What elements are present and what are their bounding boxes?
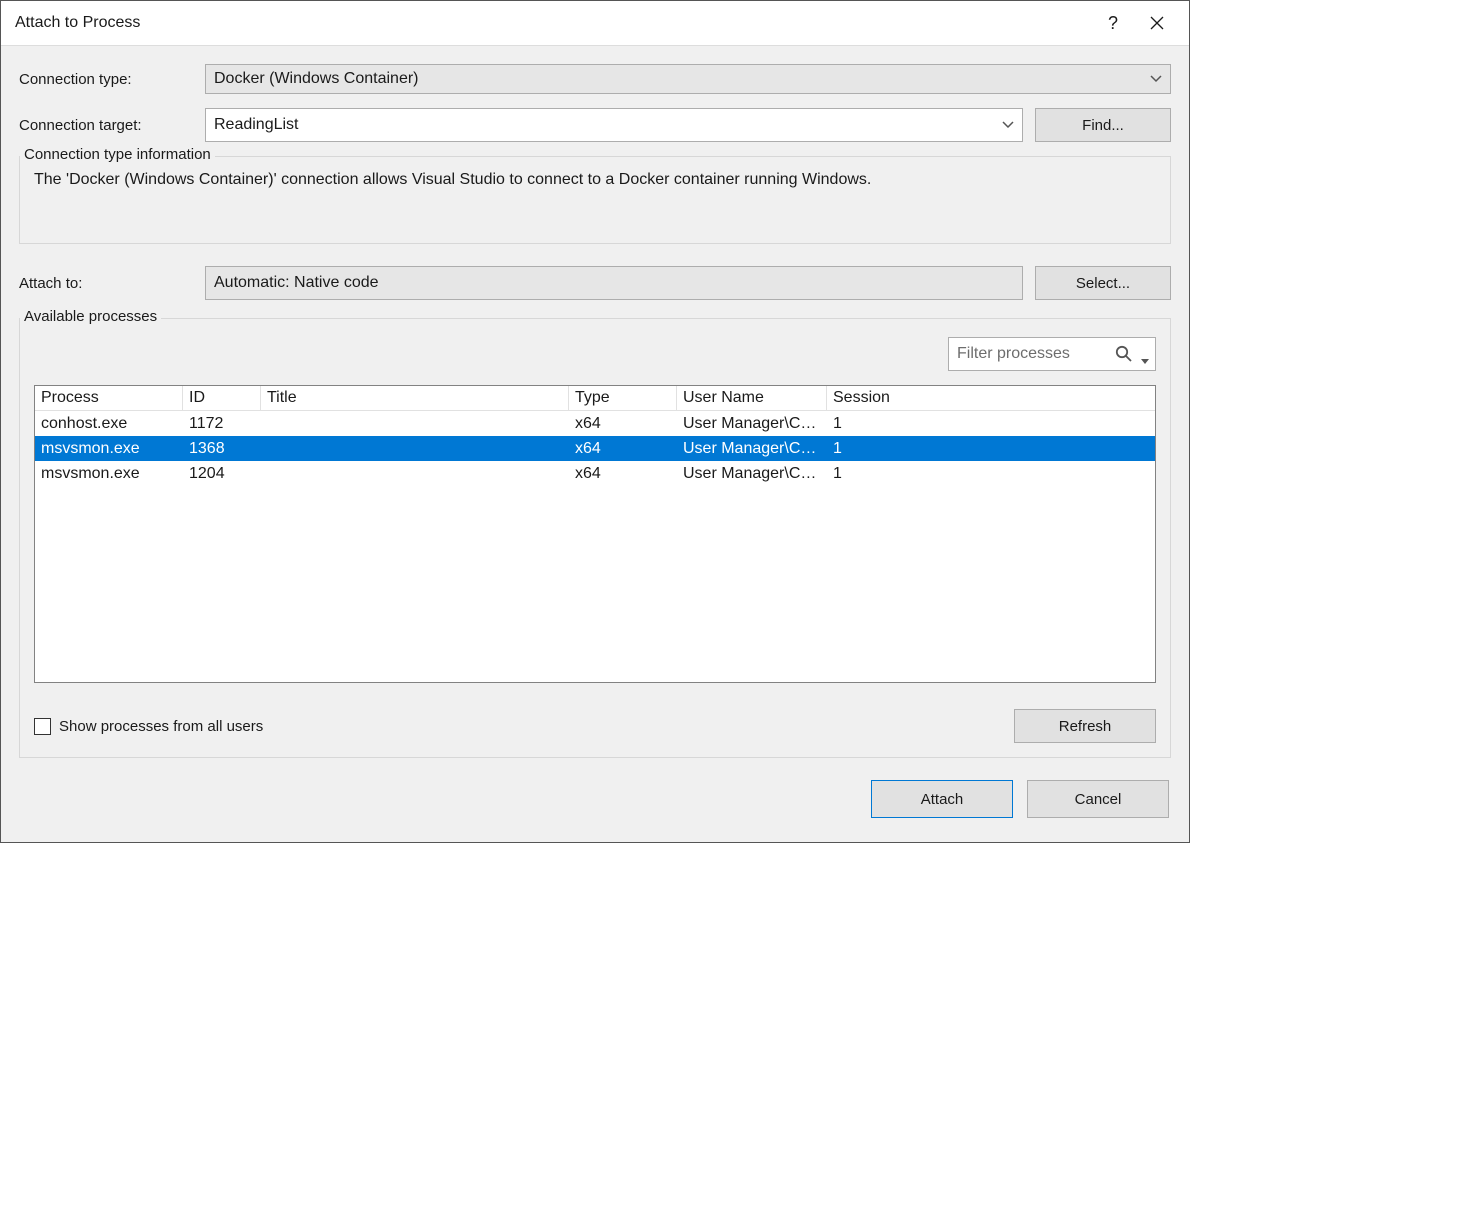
connection-type-info-legend: Connection type information xyxy=(20,146,215,163)
cell-process: conhost.exe xyxy=(35,415,183,433)
connection-type-label: Connection type: xyxy=(19,71,205,88)
cell-type: x64 xyxy=(569,415,677,433)
show-all-users-checkbox[interactable] xyxy=(34,718,51,735)
connection-target-label: Connection target: xyxy=(19,117,205,134)
cell-id: 1172 xyxy=(183,415,261,433)
attach-button[interactable]: Attach xyxy=(871,780,1013,818)
column-header-user[interactable]: User Name xyxy=(677,386,827,410)
column-header-type[interactable]: Type xyxy=(569,386,677,410)
chevron-down-icon xyxy=(1002,116,1014,134)
cell-id: 1368 xyxy=(183,440,261,458)
help-button[interactable]: ? xyxy=(1091,1,1135,45)
cell-id: 1204 xyxy=(183,465,261,483)
attach-to-value: Automatic: Native code xyxy=(205,266,1023,300)
cell-process: msvsmon.exe xyxy=(35,440,183,458)
search-icon xyxy=(1115,345,1133,368)
filter-processes-input[interactable]: Filter processes xyxy=(948,337,1156,371)
attach-to-process-dialog: Attach to Process ? Connection type: Doc… xyxy=(0,0,1190,843)
cell-session: 1 xyxy=(827,465,905,483)
caret-down-icon xyxy=(1141,352,1149,370)
cell-session: 1 xyxy=(827,415,905,433)
refresh-button[interactable]: Refresh xyxy=(1014,709,1156,743)
show-all-users-label: Show processes from all users xyxy=(59,718,263,735)
cell-process: msvsmon.exe xyxy=(35,465,183,483)
connection-type-value: Docker (Windows Container) xyxy=(214,70,419,88)
table-row[interactable]: msvsmon.exe1368 x64User Manager\Contai...… xyxy=(35,436,1155,461)
attach-to-label: Attach to: xyxy=(19,275,205,292)
cancel-button[interactable]: Cancel xyxy=(1027,780,1169,818)
process-table-header: Process ID Title Type User Name Session xyxy=(35,386,1155,411)
cell-user: User Manager\Contai... xyxy=(677,465,827,483)
column-header-title[interactable]: Title xyxy=(261,386,569,410)
available-processes-group: Available processes Filter processes Pro… xyxy=(19,318,1171,758)
cell-user: User Manager\Contai... xyxy=(677,440,827,458)
cell-type: x64 xyxy=(569,440,677,458)
table-row[interactable]: msvsmon.exe1204 x64User Manager\Contai...… xyxy=(35,461,1155,486)
column-header-session[interactable]: Session xyxy=(827,386,905,410)
cell-user: User Manager\Contai... xyxy=(677,415,827,433)
dialog-footer: Attach Cancel xyxy=(19,758,1171,822)
dialog-title: Attach to Process xyxy=(11,14,140,32)
close-button[interactable] xyxy=(1135,1,1179,45)
connection-type-info-text: The 'Docker (Windows Container)' connect… xyxy=(30,171,1160,189)
filter-placeholder: Filter processes xyxy=(957,345,1070,363)
process-table: Process ID Title Type User Name Session … xyxy=(34,385,1156,683)
select-button[interactable]: Select... xyxy=(1035,266,1171,300)
column-header-process[interactable]: Process xyxy=(35,386,183,410)
available-processes-legend: Available processes xyxy=(20,308,161,325)
connection-target-value: ReadingList xyxy=(214,116,299,134)
connection-type-combo[interactable]: Docker (Windows Container) xyxy=(205,64,1171,94)
titlebar: Attach to Process ? xyxy=(1,1,1189,45)
dialog-body: Connection type: Docker (Windows Contain… xyxy=(1,45,1189,842)
chevron-down-icon xyxy=(1150,70,1162,88)
connection-target-input[interactable]: ReadingList xyxy=(205,108,1023,142)
column-header-id[interactable]: ID xyxy=(183,386,261,410)
close-icon xyxy=(1150,16,1164,30)
connection-type-info-group: Connection type information The 'Docker … xyxy=(19,156,1171,244)
table-row[interactable]: conhost.exe1172 x64User Manager\Contai...… xyxy=(35,411,1155,436)
cell-type: x64 xyxy=(569,465,677,483)
cell-session: 1 xyxy=(827,440,905,458)
find-button[interactable]: Find... xyxy=(1035,108,1171,142)
